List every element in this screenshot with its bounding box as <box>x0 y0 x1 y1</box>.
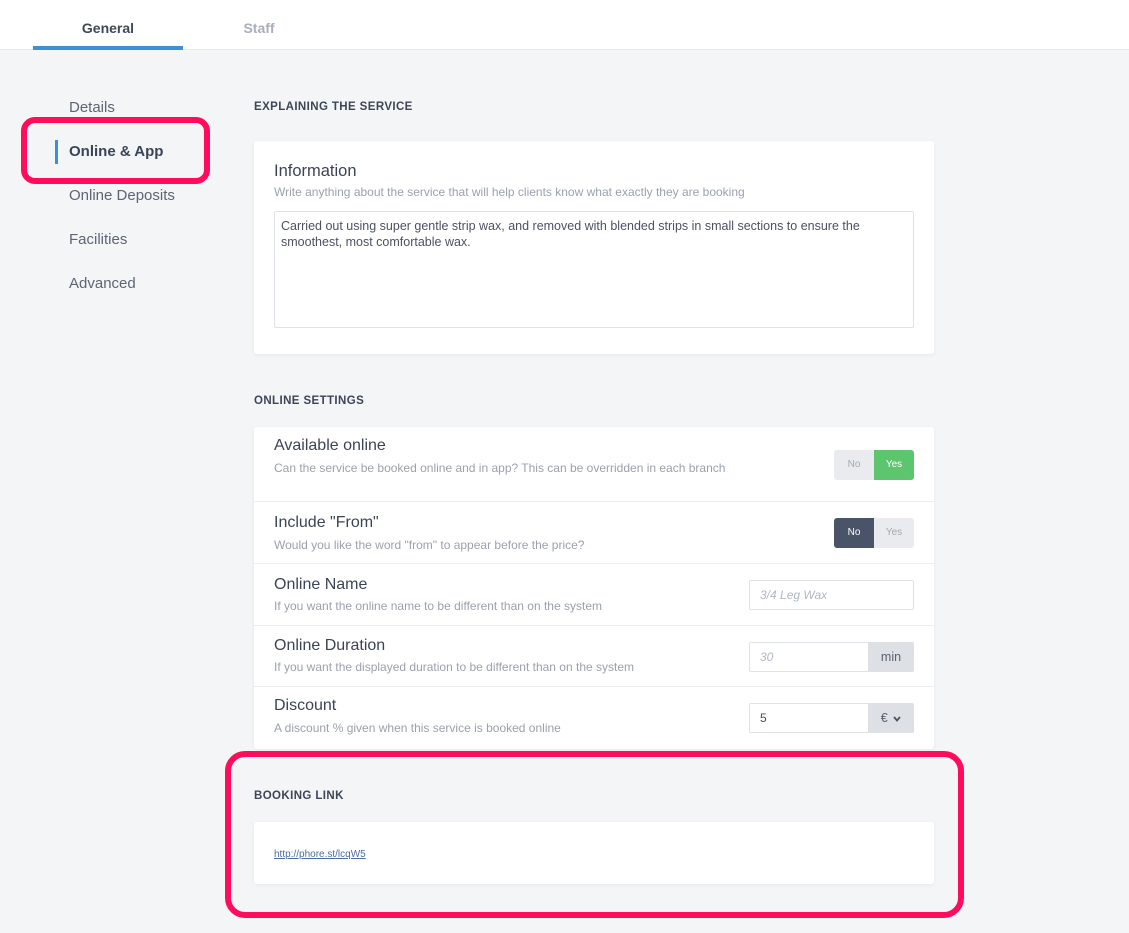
online-name-title: Online Name <box>274 576 368 593</box>
online-duration-title: Online Duration <box>274 637 386 654</box>
sidebar-item-advanced[interactable]: Advanced <box>55 262 235 306</box>
include-from-title: Include "From" <box>274 514 379 531</box>
toggle-yes-option[interactable]: Yes <box>874 518 914 548</box>
available-online-subtitle: Can the service be booked online and in … <box>274 461 726 475</box>
discount-subtitle: A discount % given when this service is … <box>274 721 561 735</box>
discount-title: Discount <box>274 697 337 714</box>
toggle-no-option[interactable]: No <box>834 450 874 480</box>
sidebar-item-facilities[interactable]: Facilities <box>55 218 235 262</box>
information-card: Information Write anything about the ser… <box>254 141 934 354</box>
online-duration-row: Online Duration If you want the displaye… <box>254 626 934 687</box>
available-online-toggle[interactable]: No Yes <box>834 450 914 480</box>
information-title: Information <box>274 162 357 180</box>
include-from-row: Include "From" Would you like the word "… <box>254 502 934 564</box>
tab-staff[interactable]: Staff <box>184 0 334 50</box>
currency-select[interactable]: € <box>868 703 914 733</box>
include-from-subtitle: Would you like the word "from" to appear… <box>274 538 585 552</box>
online-duration-subtitle: If you want the displayed duration to be… <box>274 660 635 674</box>
online-name-input[interactable]: 3/4 Leg Wax <box>749 580 914 610</box>
top-tab-bar: General Staff <box>0 0 1129 50</box>
online-name-row: Online Name If you want the online name … <box>254 564 934 626</box>
currency-label: € <box>880 711 888 725</box>
duration-unit-addon: min <box>868 642 914 672</box>
information-textarea[interactable]: Carried out using super gentle strip wax… <box>274 211 914 328</box>
section-title-explaining: EXPLAINING THE SERVICE <box>254 101 413 113</box>
available-online-row: Available online Can the service be book… <box>254 427 934 502</box>
online-duration-input[interactable]: 30 <box>749 642 869 672</box>
available-online-title: Available online <box>274 437 386 454</box>
chevron-down-icon <box>893 716 901 722</box>
section-title-online-settings: ONLINE SETTINGS <box>254 395 365 407</box>
toggle-no-option[interactable]: No <box>834 518 874 548</box>
discount-input[interactable]: 5 <box>749 703 869 733</box>
highlight-box-online-app <box>21 117 210 184</box>
include-from-toggle[interactable]: No Yes <box>834 518 914 548</box>
online-settings-card: Available online Can the service be book… <box>254 427 934 749</box>
toggle-yes-option[interactable]: Yes <box>874 450 914 480</box>
tab-general[interactable]: General <box>33 0 183 50</box>
online-name-subtitle: If you want the online name to be differ… <box>274 599 602 613</box>
information-subtitle: Write anything about the service that wi… <box>274 185 745 199</box>
discount-row: Discount A discount % given when this se… <box>254 687 934 749</box>
highlight-box-booking-link <box>225 751 964 918</box>
